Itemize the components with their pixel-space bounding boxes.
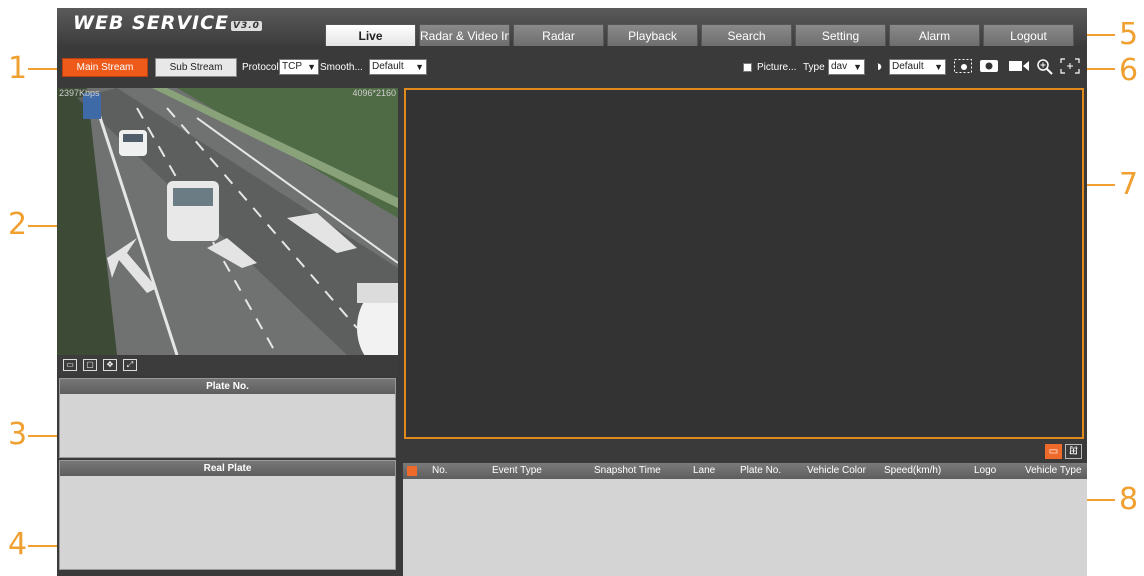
chevron-down-icon: ▼ xyxy=(307,62,316,72)
col-logo: Logo xyxy=(974,465,997,476)
chevron-down-icon: ▼ xyxy=(415,62,424,72)
screen-icon[interactable]: ▢ xyxy=(83,359,97,371)
select-all-checkbox[interactable] xyxy=(407,466,417,476)
col-no: No. xyxy=(432,465,448,476)
main-video-window[interactable] xyxy=(404,88,1084,439)
smooth-label: Smooth... xyxy=(320,62,363,73)
chevron-down-icon: ▼ xyxy=(853,62,862,72)
event-table: No. Event Type Snapshot Time Lane Plate … xyxy=(403,463,1087,576)
protocol-select[interactable]: TCP ▼ xyxy=(279,59,319,75)
callout-line-8 xyxy=(1087,499,1115,501)
expand-icon[interactable]: ⤢ xyxy=(123,359,137,371)
app-logo: WEB SERVICE V3.0 xyxy=(73,12,262,34)
callout-line-7 xyxy=(1087,184,1115,186)
type-value: dav xyxy=(831,61,848,72)
callout-line-6 xyxy=(1087,68,1115,70)
fullscreen-icon[interactable] xyxy=(1059,58,1081,79)
callout-4: 4 xyxy=(8,527,28,562)
col-plate-no: Plate No. xyxy=(740,465,782,476)
callout-1: 1 xyxy=(8,51,28,86)
live-video-left[interactable]: 2397Kbps 4096*2160 xyxy=(57,88,398,355)
sub-stream-button[interactable]: Sub Stream xyxy=(155,58,237,77)
logo-text: WEB SERVICE xyxy=(73,12,230,34)
quality-value: Default xyxy=(892,61,924,72)
real-plate-title: Real Plate xyxy=(60,461,395,476)
col-vehicle-type: Vehicle Type xyxy=(1025,465,1082,476)
callout-6: 6 xyxy=(1119,53,1139,88)
brightness-icon[interactable]: ◑ xyxy=(869,58,887,76)
quality-select[interactable]: Default ▼ xyxy=(889,59,946,75)
main-stream-button[interactable]: Main Stream xyxy=(62,58,148,77)
resolution-text: 4096*2160 xyxy=(352,88,396,98)
plate-no-panel: Plate No. xyxy=(59,378,396,458)
col-lane: Lane xyxy=(693,465,716,476)
zoom-icon[interactable] xyxy=(1035,58,1055,81)
record-icon[interactable] xyxy=(978,58,1000,79)
tab-radar-video[interactable]: Radar & Video Int xyxy=(419,24,510,46)
protocol-label: Protocol xyxy=(242,62,279,73)
real-plate-panel: Real Plate xyxy=(59,460,396,570)
snapshot-region-icon[interactable] xyxy=(952,58,974,79)
chevron-down-icon: ▼ xyxy=(934,62,943,72)
version-badge: V3.0 xyxy=(231,21,262,31)
web-service-app: WEB SERVICE V3.0 Live Radar & Video Int R… xyxy=(57,8,1087,576)
tab-radar[interactable]: Radar xyxy=(513,24,604,46)
main-tabs: Live Radar & Video Int Radar Playback Se… xyxy=(325,24,1074,46)
callout-line-5 xyxy=(1087,34,1115,36)
smooth-value: Default xyxy=(372,61,404,72)
protocol-value: TCP xyxy=(282,61,302,72)
tab-search[interactable]: Search xyxy=(701,24,792,46)
callout-3: 3 xyxy=(8,417,28,452)
stream-info-icon[interactable]: ▭ xyxy=(63,359,77,371)
plate-no-title: Plate No. xyxy=(60,379,395,394)
callout-line-3 xyxy=(28,435,58,437)
col-speed: Speed(km/h) xyxy=(884,465,942,476)
callout-line-4 xyxy=(28,545,58,547)
table-header: No. Event Type Snapshot Time Lane Plate … xyxy=(403,463,1087,479)
video-control-bar: ▭ ▢ ✥ ⤢ xyxy=(57,355,398,375)
callout-line-2 xyxy=(28,225,58,227)
ptz-icon[interactable]: ✥ xyxy=(103,359,117,371)
callout-7: 7 xyxy=(1119,167,1139,202)
callout-8: 8 xyxy=(1119,482,1139,517)
fullscreen-view-icon[interactable]: ⛶ xyxy=(1065,444,1082,459)
tab-logout[interactable]: Logout xyxy=(983,24,1074,46)
stream-toolbar: Main Stream Sub Stream Protocol TCP ▼ Smo… xyxy=(57,46,1087,88)
callout-line-1 xyxy=(28,68,58,70)
callout-2: 2 xyxy=(8,207,28,242)
type-label: Type xyxy=(803,62,825,73)
col-vehicle-color: Vehicle Color xyxy=(807,465,866,476)
type-select[interactable]: dav ▼ xyxy=(828,59,865,75)
video-icon[interactable] xyxy=(1007,58,1031,79)
picture-checkbox[interactable] xyxy=(743,63,752,72)
col-snapshot-time: Snapshot Time xyxy=(594,465,661,476)
traffic-scene-image xyxy=(57,88,398,355)
bitrate-text: 2397Kbps xyxy=(59,88,100,98)
tab-setting[interactable]: Setting xyxy=(795,24,886,46)
tab-live[interactable]: Live xyxy=(325,24,416,46)
picture-label: Picture... xyxy=(757,62,797,73)
callout-5: 5 xyxy=(1119,17,1139,52)
tab-alarm[interactable]: Alarm xyxy=(889,24,980,46)
single-view-icon[interactable]: ▭ xyxy=(1045,444,1062,459)
col-event-type: Event Type xyxy=(492,465,542,476)
header: WEB SERVICE V3.0 Live Radar & Video Int R… xyxy=(57,8,1087,46)
tab-playback[interactable]: Playback xyxy=(607,24,698,46)
smooth-select[interactable]: Default ▼ xyxy=(369,59,427,75)
